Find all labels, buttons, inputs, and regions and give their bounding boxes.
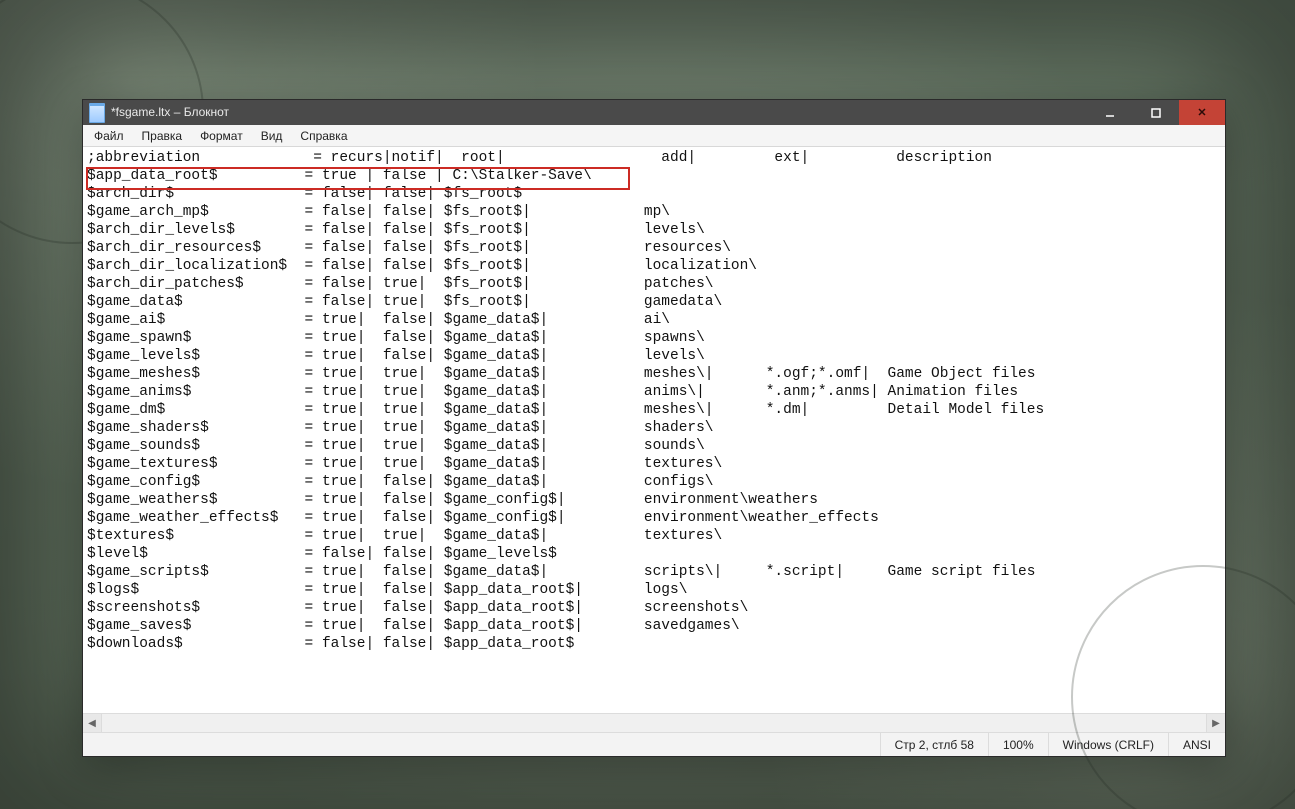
editor-line[interactable]: $logs$ = true| false| $app_data_root$| l… xyxy=(87,581,1221,599)
menu-help[interactable]: Справка xyxy=(291,127,356,145)
menu-file[interactable]: Файл xyxy=(85,127,133,145)
editor-line[interactable]: $game_meshes$ = true| true| $game_data$|… xyxy=(87,365,1221,383)
editor-line[interactable]: $game_weather_effects$ = true| false| $g… xyxy=(87,509,1221,527)
editor-line[interactable]: $arch_dir_resources$ = false| false| $fs… xyxy=(87,239,1221,257)
menu-edit[interactable]: Правка xyxy=(133,127,192,145)
editor-line[interactable]: ;abbreviation = recurs|notif| root| add|… xyxy=(87,149,1221,167)
editor-line[interactable]: $textures$ = true| true| $game_data$| te… xyxy=(87,527,1221,545)
status-encoding: ANSI xyxy=(1168,733,1225,756)
maximize-button[interactable] xyxy=(1133,100,1179,125)
minimize-icon xyxy=(1104,107,1116,119)
editor-line[interactable]: $game_levels$ = true| false| $game_data$… xyxy=(87,347,1221,365)
editor-line[interactable]: $screenshots$ = true| false| $app_data_r… xyxy=(87,599,1221,617)
editor-line[interactable]: $game_data$ = false| true| $fs_root$| ga… xyxy=(87,293,1221,311)
editor-line[interactable]: $game_weathers$ = true| false| $game_con… xyxy=(87,491,1221,509)
menu-view[interactable]: Вид xyxy=(252,127,292,145)
editor-line[interactable]: $arch_dir_localization$ = false| false| … xyxy=(87,257,1221,275)
close-button[interactable]: ✕ xyxy=(1179,100,1225,125)
editor-line[interactable]: $game_config$ = true| false| $game_data$… xyxy=(87,473,1221,491)
minimize-button[interactable] xyxy=(1087,100,1133,125)
status-line-endings: Windows (CRLF) xyxy=(1048,733,1168,756)
scroll-left-button[interactable]: ◀ xyxy=(83,714,102,732)
editor-line[interactable]: $game_arch_mp$ = false| false| $fs_root$… xyxy=(87,203,1221,221)
window-title: *fsgame.ltx – Блокнот xyxy=(111,100,1087,125)
notepad-window: *fsgame.ltx – Блокнот ✕ Файл Правка Форм… xyxy=(82,99,1226,757)
editor-line[interactable]: $game_sounds$ = true| true| $game_data$|… xyxy=(87,437,1221,455)
editor-line[interactable]: $arch_dir_levels$ = false| false| $fs_ro… xyxy=(87,221,1221,239)
editor-line[interactable]: $game_dm$ = true| true| $game_data$| mes… xyxy=(87,401,1221,419)
editor-line[interactable]: $game_textures$ = true| true| $game_data… xyxy=(87,455,1221,473)
text-editor[interactable]: ;abbreviation = recurs|notif| root| add|… xyxy=(83,147,1225,714)
statusbar: Стр 2, стлб 58 100% Windows (CRLF) ANSI xyxy=(83,732,1225,756)
status-caret-position: Стр 2, стлб 58 xyxy=(880,733,988,756)
editor-line[interactable]: $game_anims$ = true| true| $game_data$| … xyxy=(87,383,1221,401)
notepad-icon xyxy=(89,103,105,123)
editor-viewport: ;abbreviation = recurs|notif| root| add|… xyxy=(83,147,1225,732)
desktop-wallpaper: *fsgame.ltx – Блокнот ✕ Файл Правка Форм… xyxy=(0,0,1295,809)
scroll-right-button[interactable]: ▶ xyxy=(1206,714,1225,732)
menubar: Файл Правка Формат Вид Справка xyxy=(83,125,1225,147)
editor-line[interactable]: $arch_dir_patches$ = false| true| $fs_ro… xyxy=(87,275,1221,293)
editor-line[interactable]: $level$ = false| false| $game_levels$ xyxy=(87,545,1221,563)
editor-line[interactable]: $downloads$ = false| false| $app_data_ro… xyxy=(87,635,1221,653)
menu-format[interactable]: Формат xyxy=(191,127,252,145)
maximize-icon xyxy=(1150,107,1162,119)
horizontal-scrollbar[interactable]: ◀ ▶ xyxy=(83,713,1225,732)
status-zoom[interactable]: 100% xyxy=(988,733,1048,756)
editor-line[interactable]: $arch_dir$ = false| false| $fs_root$ xyxy=(87,185,1221,203)
titlebar[interactable]: *fsgame.ltx – Блокнот ✕ xyxy=(83,100,1225,125)
editor-line[interactable]: $game_saves$ = true| false| $app_data_ro… xyxy=(87,617,1221,635)
editor-line[interactable]: $game_shaders$ = true| true| $game_data$… xyxy=(87,419,1221,437)
chevron-left-icon: ◀ xyxy=(88,718,96,729)
editor-line[interactable]: $game_scripts$ = true| false| $game_data… xyxy=(87,563,1221,581)
editor-line[interactable]: $game_ai$ = true| false| $game_data$| ai… xyxy=(87,311,1221,329)
editor-line[interactable]: $app_data_root$ = true | false | C:\Stal… xyxy=(87,167,1221,185)
editor-line[interactable]: $game_spawn$ = true| false| $game_data$|… xyxy=(87,329,1221,347)
close-icon: ✕ xyxy=(1197,106,1206,119)
chevron-right-icon: ▶ xyxy=(1212,718,1220,729)
